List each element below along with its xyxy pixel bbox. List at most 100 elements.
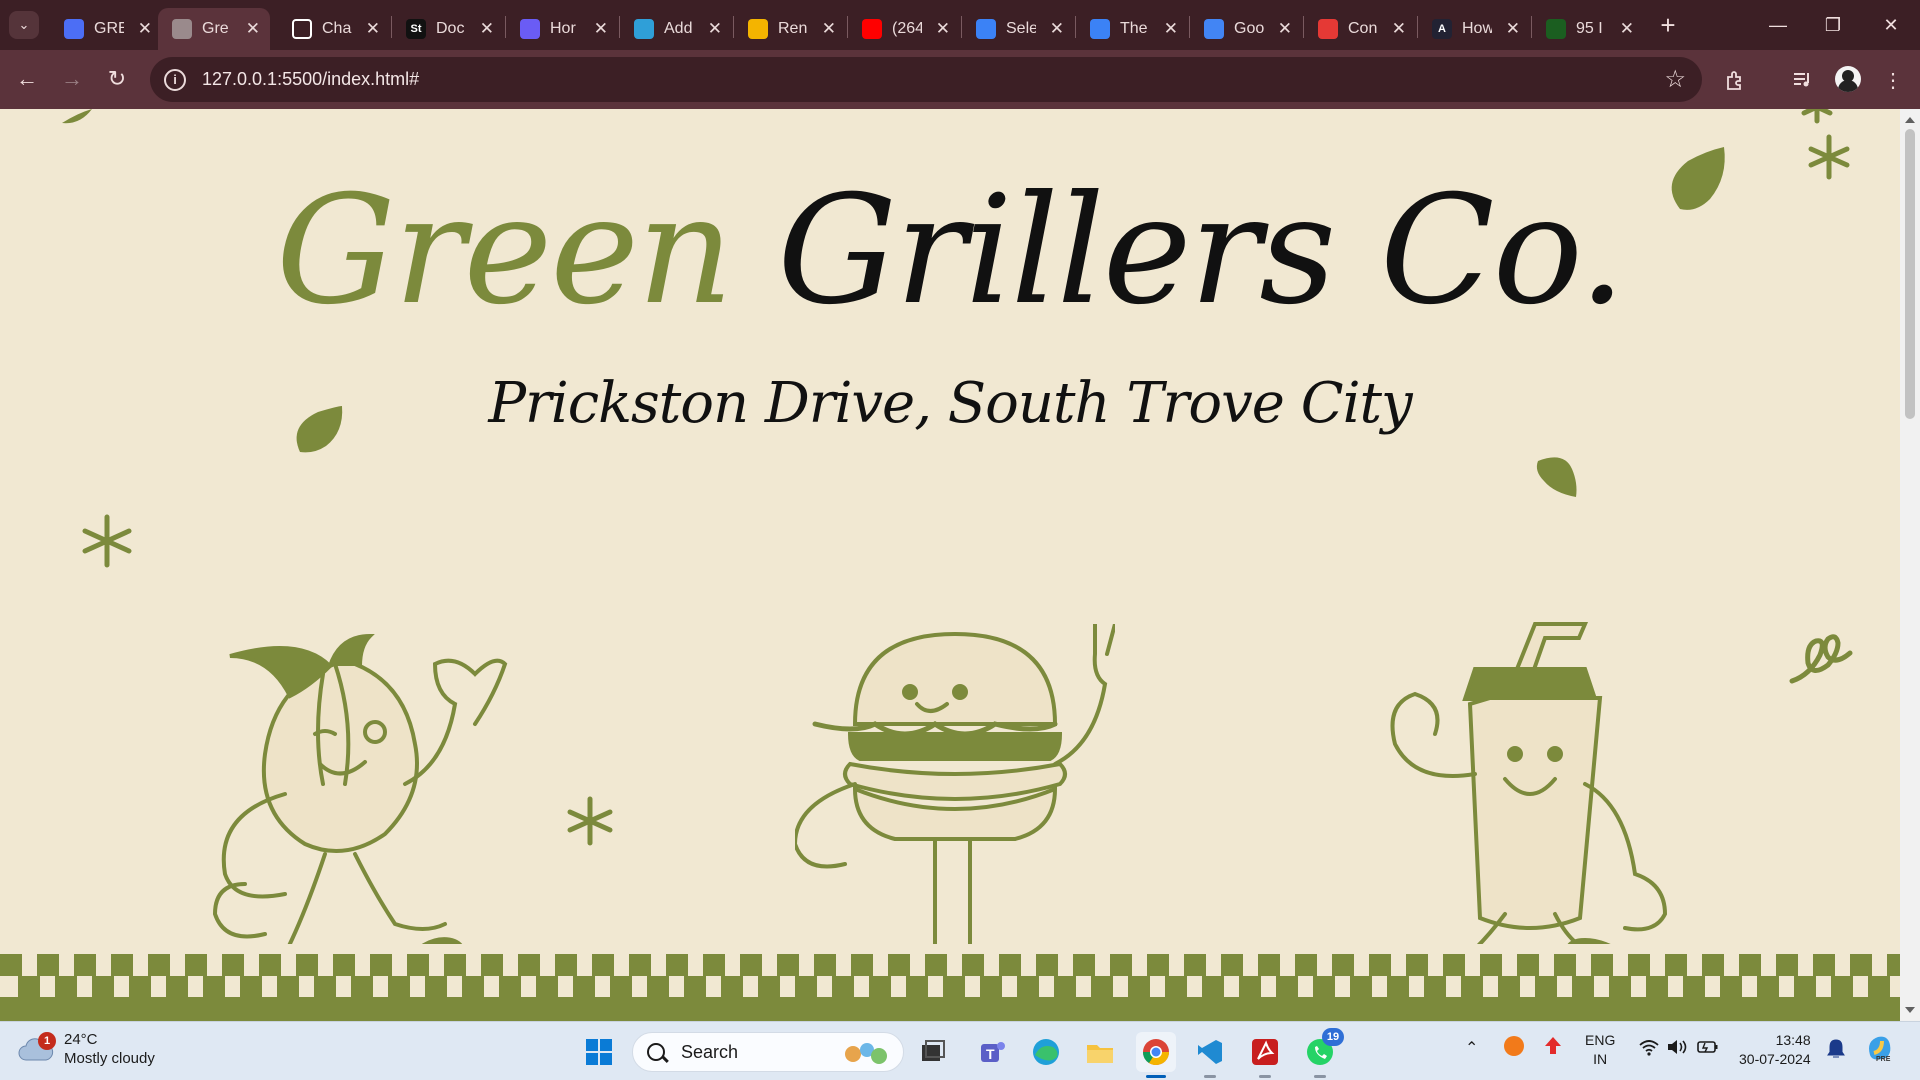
start-button[interactable] <box>579 1032 619 1072</box>
taskbar-search[interactable]: Search <box>632 1032 904 1072</box>
browser-tab[interactable]: 95 I ✕ <box>1532 8 1644 50</box>
file-explorer-app[interactable] <box>1080 1032 1120 1072</box>
checker-square <box>1794 976 1816 998</box>
checker-square <box>1702 954 1724 976</box>
checker-square <box>1128 976 1150 998</box>
task-view-button[interactable] <box>913 1032 953 1072</box>
checker-square <box>999 954 1021 976</box>
address-bar[interactable]: i 127.0.0.1:5500/index.html# ☆ <box>150 57 1702 102</box>
copilot-icon[interactable]: PRE <box>1864 1033 1894 1068</box>
whatsapp-app[interactable]: 19 <box>1300 1028 1344 1078</box>
site-info-icon[interactable]: i <box>164 68 186 91</box>
aesthetic-icon <box>976 19 996 39</box>
st-icon: St <box>406 19 426 39</box>
tab-close-icon[interactable]: ✕ <box>1050 19 1064 39</box>
chrome-app[interactable] <box>1136 1032 1176 1078</box>
browser-tab-label: Doc <box>436 20 465 37</box>
teams-app[interactable]: T <box>972 1032 1012 1072</box>
checker-square <box>222 954 244 976</box>
bookmark-star-icon[interactable]: ☆ <box>1664 65 1686 94</box>
tab-close-icon[interactable]: ✕ <box>480 19 494 39</box>
browser-tab[interactable]: Hor ✕ <box>506 8 618 50</box>
checker-square <box>1443 954 1465 976</box>
restore-icon: ❐ <box>1824 14 1842 35</box>
checker-square <box>1665 954 1687 976</box>
browser-tab[interactable]: Ren ✕ <box>734 8 846 50</box>
show-hidden-icons-chevron-up-icon[interactable]: ⌃ <box>1465 1038 1478 1058</box>
tab-close-icon[interactable]: ✕ <box>1278 19 1292 39</box>
checker-square <box>425 976 447 998</box>
vscode-app[interactable] <box>1190 1032 1230 1078</box>
checker-square <box>536 976 558 998</box>
checker-square <box>1184 954 1206 976</box>
browser-tab[interactable]: (264 ✕ <box>848 8 960 50</box>
minimize-icon: — <box>1769 14 1787 35</box>
browser-tab-label: The <box>1120 20 1148 37</box>
more-menu-icon[interactable]: ⋮ <box>1877 64 1909 96</box>
tab-close-icon[interactable]: ✕ <box>1506 19 1520 39</box>
checker-square <box>647 976 669 998</box>
tab-close-icon[interactable]: ✕ <box>936 19 950 39</box>
browser-tab[interactable]: St Doc ✕ <box>392 8 504 50</box>
browser-tab[interactable]: Cha ✕ <box>278 8 390 50</box>
search-icon <box>647 1043 665 1061</box>
avast-tray-icon[interactable] <box>1503 1035 1525 1062</box>
checker-square <box>1424 976 1446 998</box>
checker-square <box>259 954 281 976</box>
back-button[interactable]: ← <box>10 62 44 96</box>
restore-button[interactable]: ❐ <box>1810 8 1856 42</box>
acrobat-app[interactable] <box>1245 1032 1285 1078</box>
edge-app[interactable] <box>1026 1032 1066 1072</box>
upload-tray-icon[interactable] <box>1543 1035 1563 1062</box>
forward-button[interactable]: → <box>55 62 89 96</box>
browser-tab[interactable]: A How ✕ <box>1418 8 1530 50</box>
tab-close-icon[interactable]: ✕ <box>1620 19 1634 39</box>
browser-tab[interactable]: Gre ✕ <box>158 8 270 50</box>
tab-search-button[interactable]: ⌄ <box>9 11 39 39</box>
battery-icon[interactable] <box>1696 1038 1720 1061</box>
checker-square <box>869 976 891 998</box>
tab-close-icon[interactable]: ✕ <box>138 19 152 39</box>
extensions-icon[interactable] <box>1719 64 1751 96</box>
tab-close-icon[interactable]: ✕ <box>1392 19 1406 39</box>
browser-tab[interactable]: Add ✕ <box>620 8 732 50</box>
profile-avatar[interactable] <box>1835 66 1861 92</box>
taskbar-search-label: Search <box>681 1041 739 1062</box>
tab-close-icon[interactable]: ✕ <box>708 19 722 39</box>
scroll-up-arrow-icon[interactable] <box>1905 117 1915 123</box>
youtube-icon <box>862 19 882 39</box>
checker-square <box>888 954 910 976</box>
browser-tab[interactable]: Con ✕ <box>1304 8 1416 50</box>
reload-button[interactable]: ↻ <box>100 62 134 96</box>
browser-tab[interactable]: Goo ✕ <box>1190 8 1302 50</box>
checker-square <box>832 976 854 998</box>
media-controls-icon[interactable] <box>1786 64 1818 96</box>
volume-icon[interactable] <box>1666 1038 1688 1061</box>
checker-square <box>370 954 392 976</box>
browser-tab-label: Goo <box>1234 20 1264 37</box>
checker-square <box>37 954 59 976</box>
tab-close-icon[interactable]: ✕ <box>822 19 836 39</box>
page-scrollbar[interactable] <box>1900 109 1920 1021</box>
minimize-button[interactable]: — <box>1755 8 1801 42</box>
scrollbar-thumb[interactable] <box>1905 129 1915 419</box>
close-window-button[interactable]: ✕ <box>1868 8 1914 42</box>
language-indicator[interactable]: ENG IN <box>1585 1031 1615 1069</box>
weather-widget[interactable]: 1 24°C Mostly cloudy <box>18 1030 155 1068</box>
tab-close-icon[interactable]: ✕ <box>366 19 380 39</box>
chatgpt-icon <box>292 19 312 39</box>
scroll-down-arrow-icon[interactable] <box>1905 1007 1915 1013</box>
notification-bell-icon[interactable] <box>1826 1038 1846 1065</box>
wifi-icon[interactable] <box>1638 1038 1660 1061</box>
browser-tab[interactable]: GRE ✕ <box>50 8 162 50</box>
checker-square <box>1683 976 1705 998</box>
browser-tab[interactable]: Sele ✕ <box>962 8 1074 50</box>
tab-close-icon[interactable]: ✕ <box>246 19 260 39</box>
new-tab-button[interactable]: + <box>1652 10 1684 40</box>
tab-close-icon[interactable]: ✕ <box>1164 19 1178 39</box>
tab-close-icon[interactable]: ✕ <box>594 19 608 39</box>
checker-square <box>555 954 577 976</box>
lens-icon <box>1204 19 1224 39</box>
browser-tab[interactable]: The ✕ <box>1076 8 1188 50</box>
system-clock[interactable]: 13:48 30-07-2024 <box>1739 1031 1811 1069</box>
